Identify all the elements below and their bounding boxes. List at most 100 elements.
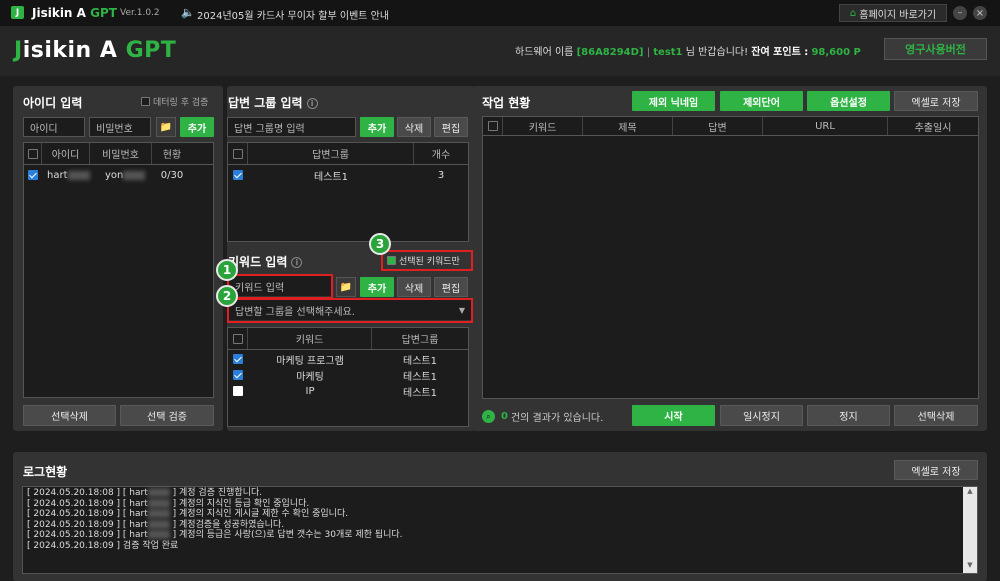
minimize-button[interactable]: – [953,6,967,20]
column-group: 답변그룹 [248,143,414,164]
row-count: 3 [437,169,445,181]
column-keyword: 키워드 [248,328,372,349]
delete-selected-results-button[interactable]: 선택삭제 [894,405,978,426]
column-keyword: 키워드 [503,117,583,135]
log-area[interactable]: [ 2024.05.20.18:08 ] [ hart ] 계정 검증 진행합니… [22,486,978,574]
log-line: [ 2024.05.20.18:09 ] 검증 작업 완료 [27,540,179,551]
folder-icon[interactable]: 📁 [336,277,356,297]
table-row[interactable]: IP 테스트1 [228,383,468,399]
keyword-panel-title: 키워드 입력 i [228,253,303,270]
row-checkbox[interactable] [233,386,243,396]
group-name-input[interactable]: 답변 그룹명 입력 [227,117,356,137]
redacted-blur [147,488,170,497]
start-button[interactable]: 시작 [632,405,715,426]
info-icon: i [306,98,318,109]
license-button[interactable]: 영구사용버전 [884,38,987,60]
table-row[interactable]: 마케팅 프로그램 테스트1 [228,351,468,367]
row-group: 테스트1 [314,171,348,183]
annotation-badge-3: 3 [369,233,391,255]
column-password: 비밀번호 [90,143,152,164]
home-icon: ⌂ [849,7,857,19]
add-keyword-button[interactable]: 추가 [360,277,394,297]
search-icon: ⌕ [482,410,495,423]
delete-keyword-button[interactable]: 삭제 [397,277,431,297]
id-panel: 아이디 입력 데터링 후 검증 아이디 비밀번호 📁 추가 아이디 비밀번호 현… [13,86,223,431]
chevron-down-icon: ▼ [458,305,465,315]
keyword-input[interactable]: 키워드 입력 [229,276,331,296]
row-group: 테스트1 [403,371,437,383]
redacted-blur [123,170,146,180]
scroll-down-icon[interactable]: ▼ [963,561,977,573]
logo: Jisikin A GPT [14,38,177,63]
verify-selected-ids-button[interactable]: 선택 검증 [120,405,214,426]
version-label: Ver.1.0.2 [120,8,160,18]
select-all-groups-checkbox[interactable] [232,148,243,159]
exclude-words-button[interactable]: 제외단어 [720,91,803,111]
column-status: 현황 [162,150,182,161]
scroll-up-icon[interactable]: ▲ [963,487,977,499]
log-panel-title: 로그현황 [23,465,68,479]
row-checkbox[interactable] [233,370,243,380]
group-table: 답변그룹 개수 테스트1 3 [227,142,469,242]
table-row[interactable]: 테스트1 3 [228,167,468,183]
speaker-icon: 🔈 [181,6,195,19]
keyword-table: 키워드 답변그룹 마케팅 프로그램 테스트1 마케팅 테스트1 IP 테스트1 [227,327,469,427]
column-extracted-at: 추출일시 [914,122,952,134]
add-group-button[interactable]: 추가 [360,117,394,137]
after-verify-checkbox[interactable] [141,97,150,106]
only-selected-keywords-option[interactable]: 선택된 키워드만 [381,250,473,271]
answer-group-select[interactable]: 답변할 그룹을 선택해주세요. ▼ [229,300,471,320]
log-line: [ 2024.05.20.18:09 ] [ hart ] 계정검증을 성공하였… [27,519,285,530]
table-row[interactable]: 마케팅 테스트1 [228,367,468,383]
add-id-button[interactable]: 추가 [180,117,214,137]
homepage-button[interactable]: ⌂ 홈페이지 바로가기 [839,4,947,22]
row-group: 테스트1 [403,387,437,399]
row-keyword: 마케팅 프로그램 [276,355,344,367]
folder-icon[interactable]: 📁 [156,117,176,137]
id-table-header: 아이디 비밀번호 현황 [24,143,213,165]
notice-text[interactable]: 2024년05월 카드사 무이자 할부 이벤트 안내 [197,7,389,22]
delete-group-button[interactable]: 삭제 [397,117,431,137]
work-panel: 작업 현황 제외 닉네임 제외단어 옵션설정 엑셀로 저장 키워드 제목 답변 … [473,86,987,431]
title-bar: J Jisikin A GPT Ver.1.0.2 🔈 2024년05월 카드사… [0,0,1000,26]
column-answer-group: 답변그룹 [401,335,439,346]
password-input[interactable]: 비밀번호 [89,117,151,137]
work-excel-save-button[interactable]: 엑셀로 저장 [894,91,978,111]
close-button[interactable]: × [973,6,987,20]
work-table-header: 키워드 제목 답변 URL 추출일시 [483,117,978,136]
after-verify-option[interactable]: 데터링 후 검증 [141,95,208,108]
delete-selected-ids-button[interactable]: 선택삭제 [23,405,116,426]
log-scrollbar[interactable]: ▲ ▼ [963,487,977,573]
only-selected-checkbox[interactable] [387,256,396,265]
row-status: 0/30 [160,169,184,181]
log-line: [ 2024.05.20.18:09 ] [ hart ] 계정의 등급은 사랑… [27,530,403,540]
select-all-ids-checkbox[interactable] [27,148,38,159]
edit-keyword-button[interactable]: 편집 [434,277,468,297]
result-summary: ⌕ 0 건의 결과가 있습니다. [482,409,603,424]
app-title: Jisikin A GPT [32,6,117,20]
work-panel-title: 작업 현황 [482,96,531,110]
annotation-badge-2: 2 [216,285,238,307]
row-checkbox[interactable] [233,170,243,180]
id-input[interactable]: 아이디 [23,117,85,137]
select-all-keywords-checkbox[interactable] [232,333,243,344]
column-id: 아이디 [42,143,90,164]
row-checkbox[interactable] [28,170,38,180]
exclude-nickname-button[interactable]: 제외 닉네임 [632,91,715,111]
pause-button[interactable]: 일시정지 [720,405,803,426]
row-checkbox[interactable] [233,354,243,364]
log-panel: 로그현황 엑셀로 저장 [ 2024.05.20.18:08 ] [ hart … [13,452,987,581]
edit-group-button[interactable]: 편집 [434,117,468,137]
id-panel-title: 아이디 입력 [23,96,83,110]
select-all-results-checkbox[interactable] [487,121,498,131]
options-button[interactable]: 옵션설정 [807,91,890,111]
redacted-blur [147,519,170,529]
stop-button[interactable]: 정지 [807,405,890,426]
log-excel-save-button[interactable]: 엑셀로 저장 [894,460,978,480]
row-keyword: IP [305,385,315,397]
row-id: hart [47,169,68,181]
row-group: 테스트1 [403,355,437,367]
table-row[interactable]: hart yon 0/30 [24,167,213,183]
redacted-blur [67,170,90,180]
annotation-badge-1: 1 [216,259,238,281]
